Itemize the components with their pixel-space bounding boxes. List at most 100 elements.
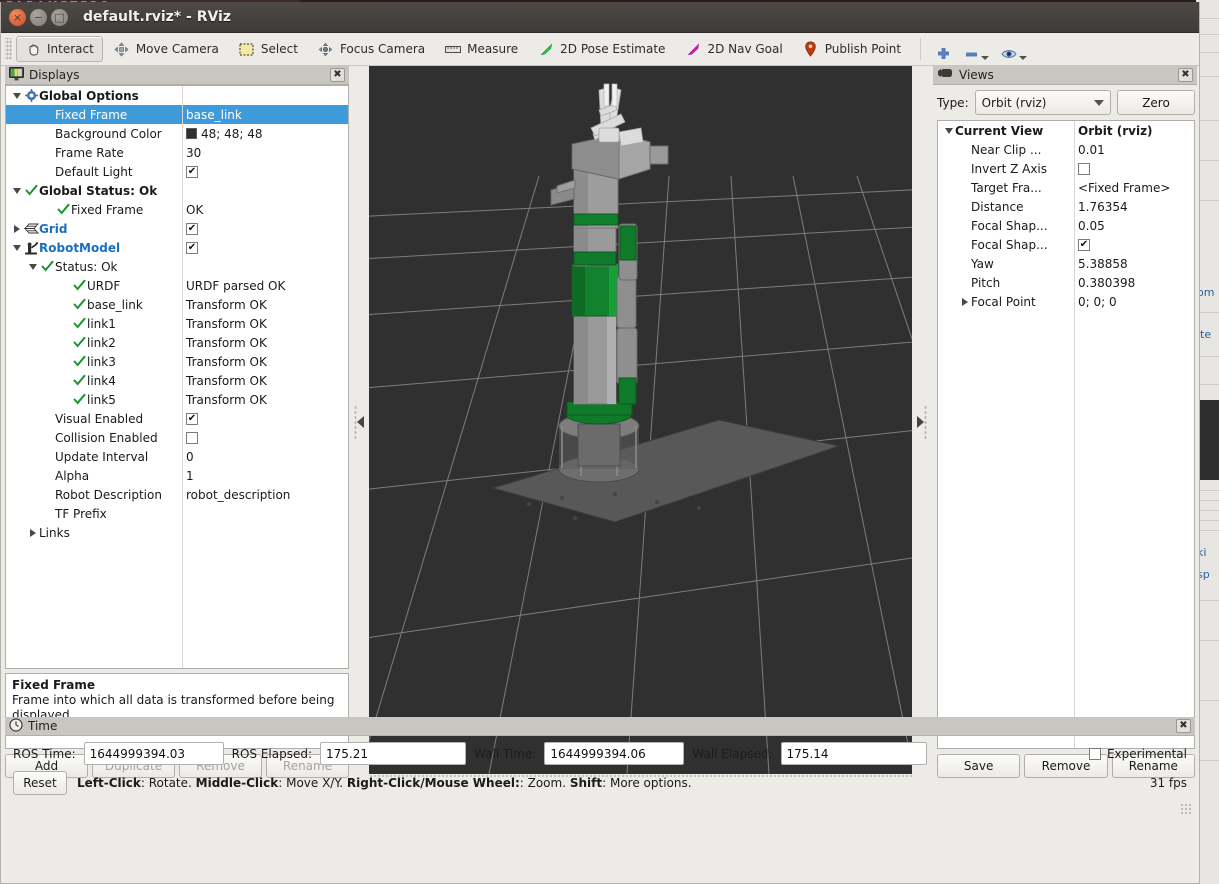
- tree-row-value[interactable]: ✔: [182, 412, 348, 425]
- reset-button[interactable]: Reset: [13, 771, 67, 795]
- color-swatch[interactable]: [186, 128, 197, 139]
- tree-row[interactable]: Global Options: [6, 86, 348, 105]
- tree-row-value[interactable]: Transform OK: [182, 336, 348, 350]
- tree-row[interactable]: Fixed Frame OK: [6, 200, 348, 219]
- chevron-down-icon[interactable]: [26, 263, 39, 270]
- tool-2d-nav-goal[interactable]: 2D Nav Goal: [676, 36, 791, 62]
- tree-row[interactable]: Visual Enabled ✔: [6, 409, 348, 428]
- tree-row[interactable]: link1 Transform OK: [6, 314, 348, 333]
- tool-select[interactable]: Select: [230, 36, 307, 62]
- tree-row[interactable]: URDF URDF parsed OK: [6, 276, 348, 295]
- chevron-down-icon[interactable]: [10, 92, 23, 99]
- tree-row[interactable]: link2 Transform OK: [6, 333, 348, 352]
- tree-row-value[interactable]: 48; 48; 48: [182, 127, 348, 141]
- tree-row[interactable]: Grid ✔: [6, 219, 348, 238]
- tree-row-value[interactable]: Orbit (rviz): [1074, 124, 1194, 138]
- tree-row[interactable]: Distance 1.76354: [938, 197, 1194, 216]
- tool-publish-point[interactable]: Publish Point: [794, 36, 910, 62]
- tool-interact[interactable]: Interact: [16, 36, 103, 62]
- collapse-left-icon[interactable]: [357, 416, 364, 428]
- tree-row[interactable]: Frame Rate 30: [6, 143, 348, 162]
- tree-row[interactable]: Focal Point 0; 0; 0: [938, 292, 1194, 311]
- experimental-checkbox[interactable]: [1088, 747, 1101, 760]
- view-type-select[interactable]: Orbit (rviz): [974, 90, 1111, 115]
- tree-row[interactable]: base_link Transform OK: [6, 295, 348, 314]
- tree-row-value[interactable]: Transform OK: [182, 393, 348, 407]
- checkbox[interactable]: ✔: [1078, 238, 1090, 251]
- tree-row-value[interactable]: 0; 0; 0: [1074, 295, 1194, 309]
- tree-row[interactable]: Fixed Frame base_link: [6, 105, 348, 124]
- tree-row-value[interactable]: [182, 431, 348, 444]
- toolbar-grip[interactable]: [5, 38, 12, 60]
- ros-elapsed-input[interactable]: 175.21: [320, 742, 467, 765]
- render-viewport-3d[interactable]: [369, 66, 912, 774]
- tree-row-value[interactable]: ✔: [182, 222, 348, 235]
- zoom-out-dropdown-arrow[interactable]: [981, 56, 990, 60]
- zoom-out-button[interactable]: [957, 36, 995, 62]
- checkbox[interactable]: ✔: [186, 412, 198, 425]
- checkbox[interactable]: ✔: [186, 241, 198, 254]
- tool-2d-pose-estimate[interactable]: 2D Pose Estimate: [529, 36, 674, 62]
- collapse-right-icon[interactable]: [917, 416, 924, 428]
- tool-measure[interactable]: Measure: [436, 36, 527, 62]
- tree-row[interactable]: Target Fra... <Fixed Frame>: [938, 178, 1194, 197]
- tree-row-value[interactable]: 5.38858: [1074, 257, 1194, 271]
- checkbox[interactable]: ✔: [186, 222, 198, 235]
- tree-row[interactable]: Yaw 5.38858: [938, 254, 1194, 273]
- tree-row[interactable]: Pitch 0.380398: [938, 273, 1194, 292]
- tree-row-value[interactable]: 0.05: [1074, 219, 1194, 233]
- right-splitter[interactable]: [912, 66, 932, 778]
- displays-close-button[interactable]: ✖: [330, 68, 345, 82]
- tree-row[interactable]: Alpha 1: [6, 466, 348, 485]
- time-close-button[interactable]: ✖: [1176, 719, 1191, 733]
- tree-row[interactable]: RobotModel ✔: [6, 238, 348, 257]
- zero-button[interactable]: Zero: [1117, 90, 1195, 115]
- tree-row-value[interactable]: ✔: [182, 241, 348, 254]
- tree-row[interactable]: Default Light ✔: [6, 162, 348, 181]
- tree-row-value[interactable]: URDF parsed OK: [182, 279, 348, 293]
- tree-row-value[interactable]: Transform OK: [182, 374, 348, 388]
- zoom-in-button[interactable]: [929, 36, 957, 62]
- chevron-down-icon[interactable]: [10, 244, 23, 251]
- views-close-button[interactable]: ✖: [1178, 68, 1193, 82]
- tree-row-value[interactable]: 1: [182, 469, 348, 483]
- tree-row[interactable]: link3 Transform OK: [6, 352, 348, 371]
- tree-row[interactable]: Background Color 48; 48; 48: [6, 124, 348, 143]
- window-maximize-button[interactable]: □: [51, 8, 68, 26]
- tree-row[interactable]: Focal Shap... 0.05: [938, 216, 1194, 235]
- tree-row-value[interactable]: ✔: [182, 165, 348, 178]
- tree-row[interactable]: Invert Z Axis: [938, 159, 1194, 178]
- chevron-down-icon[interactable]: [942, 127, 955, 134]
- chevron-right-icon[interactable]: [10, 224, 23, 233]
- chevron-down-icon[interactable]: [10, 187, 23, 194]
- tree-row-value[interactable]: ✔: [1074, 238, 1194, 251]
- tree-row[interactable]: link5 Transform OK: [6, 390, 348, 409]
- tree-row[interactable]: Global Status: Ok: [6, 181, 348, 200]
- tree-row[interactable]: TF Prefix: [6, 504, 348, 523]
- tree-row-value[interactable]: 1.76354: [1074, 200, 1194, 214]
- tree-row[interactable]: Focal Shap... ✔: [938, 235, 1194, 254]
- tree-row-value[interactable]: OK: [182, 203, 348, 217]
- tree-row-value[interactable]: base_link: [182, 108, 348, 122]
- tree-row-value[interactable]: Transform OK: [182, 317, 348, 331]
- displays-tree[interactable]: Global Options Fixed Frame base_link Backgr…: [5, 85, 349, 669]
- tool-move-camera[interactable]: Move Camera: [105, 36, 228, 62]
- tree-row[interactable]: Status: Ok: [6, 257, 348, 276]
- tree-row[interactable]: Current View Orbit (rviz): [938, 121, 1194, 140]
- wall-time-input[interactable]: 1644999394.06: [544, 742, 685, 765]
- tool-focus-camera[interactable]: Focus Camera: [309, 36, 434, 62]
- wall-elapsed-input[interactable]: 175.14: [780, 742, 927, 765]
- tree-row-value[interactable]: <Fixed Frame>: [1074, 181, 1194, 195]
- window-close-button[interactable]: ×: [9, 8, 26, 26]
- tree-row-value[interactable]: [1074, 162, 1194, 175]
- checkbox[interactable]: [186, 431, 198, 444]
- tree-row-value[interactable]: Transform OK: [182, 355, 348, 369]
- ros-time-input[interactable]: 1644999394.03: [83, 742, 224, 765]
- tree-row-value[interactable]: robot_description: [182, 488, 348, 502]
- tree-row-value[interactable]: 0.01: [1074, 143, 1194, 157]
- checkbox[interactable]: [1078, 162, 1090, 175]
- tree-row-value[interactable]: Transform OK: [182, 298, 348, 312]
- tree-row-value[interactable]: 30: [182, 146, 348, 160]
- tree-row[interactable]: Near Clip ... 0.01: [938, 140, 1194, 159]
- checkbox[interactable]: ✔: [186, 165, 198, 178]
